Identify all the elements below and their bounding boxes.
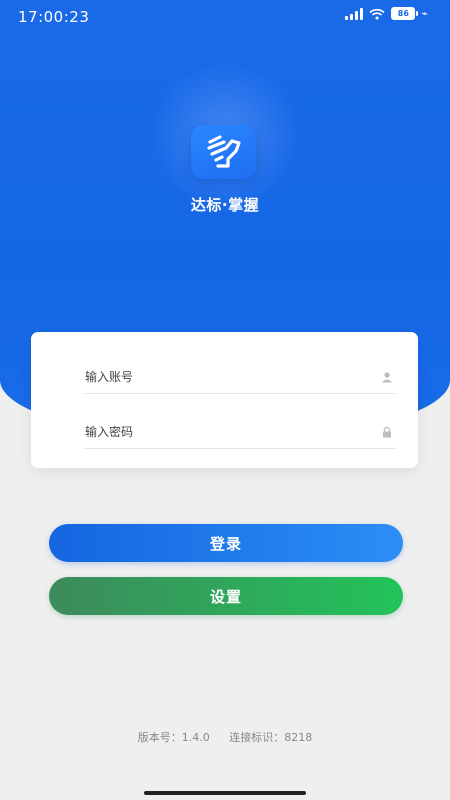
- user-icon: [382, 372, 392, 383]
- password-input[interactable]: [85, 418, 345, 446]
- login-button[interactable]: 登录: [49, 524, 403, 562]
- status-time: 17:00:23: [18, 8, 90, 26]
- status-icons: 86 ⌁: [345, 7, 428, 20]
- login-form-card: [31, 332, 418, 468]
- settings-button[interactable]: 设置: [49, 577, 403, 615]
- home-indicator[interactable]: [144, 791, 306, 795]
- password-field: [85, 418, 395, 449]
- fist-logo-icon: [191, 125, 256, 179]
- app-name: 达标·掌握: [190, 196, 260, 214]
- account-input[interactable]: [85, 363, 345, 391]
- signal-icon: [345, 7, 364, 20]
- wifi-icon: [369, 8, 385, 19]
- status-bar: 17:00:23 86 ⌁: [0, 0, 450, 34]
- charging-icon: ⌁: [421, 7, 428, 20]
- account-field: [85, 363, 395, 394]
- battery-icon: 86: [391, 7, 419, 20]
- version-label: 版本号：1.4.0: [137, 731, 210, 744]
- footer-info: 版本号：1.4.0 连接标识：8218: [0, 729, 450, 745]
- lock-icon: [383, 426, 391, 438]
- connection-id-label: 连接标识：8218: [229, 731, 313, 744]
